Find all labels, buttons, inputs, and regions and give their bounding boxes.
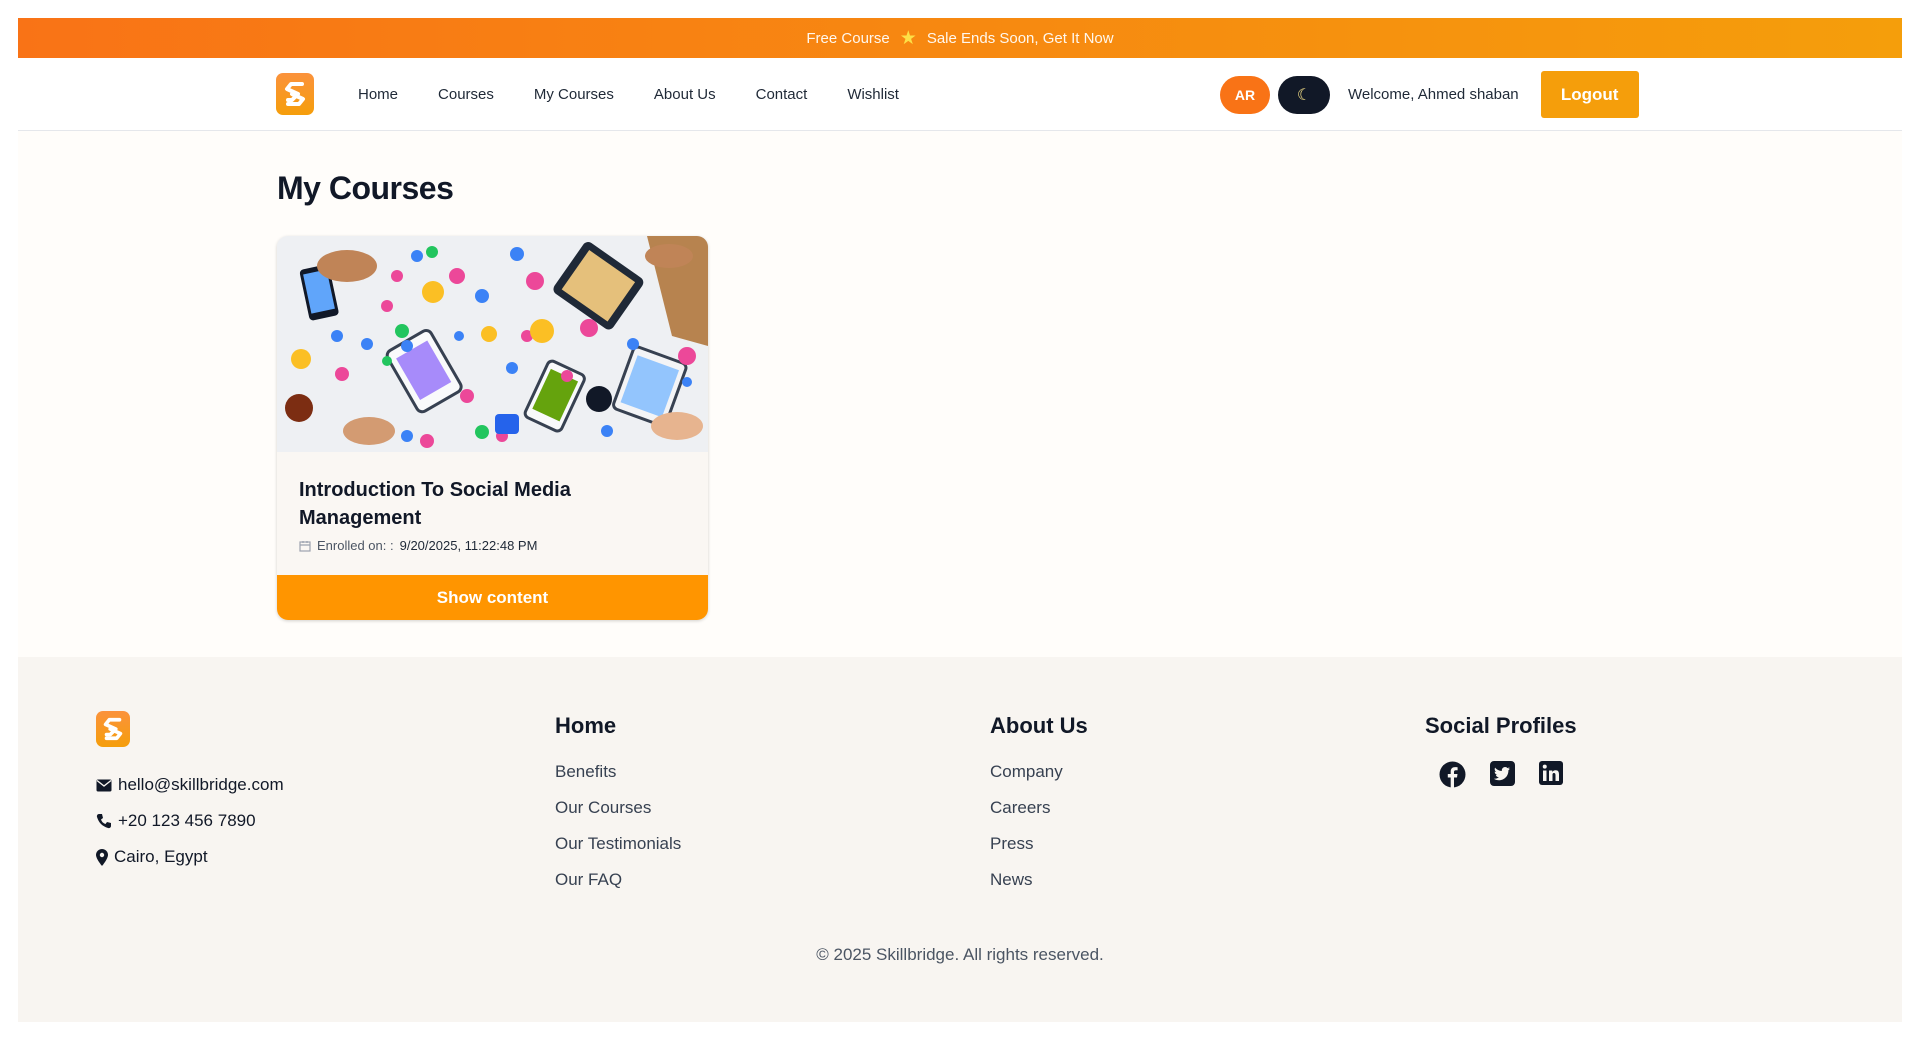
twitter-icon[interactable] (1490, 761, 1515, 788)
nav-wishlist[interactable]: Wishlist (847, 86, 899, 103)
phone-icon (96, 814, 111, 829)
social-icons (1425, 761, 1577, 788)
footer-link-our-courses[interactable]: Our Courses (555, 797, 681, 833)
footer-link-benefits[interactable]: Benefits (555, 761, 681, 797)
enrolled-info: Enrolled on: : 9/20/2025, 11:22:48 PM (299, 538, 686, 553)
email-text: hello@skillbridge.com (118, 775, 284, 794)
footer-home-heading: Home (555, 713, 617, 738)
course-thumbnail[interactable] (277, 236, 708, 452)
nav-home[interactable]: Home (358, 86, 398, 103)
footer-contact: hello@skillbridge.com +20 123 456 7890 C… (96, 767, 284, 875)
star-icon: ★ (899, 27, 917, 49)
promo-right-text: Sale Ends Soon, Get It Now (926, 29, 1114, 47)
footer-link-company[interactable]: Company (990, 761, 1088, 797)
logo-icon (285, 82, 305, 106)
course-title[interactable]: Introduction To Social Media Management (299, 476, 686, 532)
location-text: Cairo, Egypt (114, 847, 208, 866)
nav-contact[interactable]: Contact (756, 86, 808, 103)
logo[interactable] (276, 73, 314, 115)
footer-social-column: Social Profiles (1425, 713, 1577, 788)
page-frame: Free Course ★ Sale Ends Soon, Get It Now… (18, 18, 1902, 1022)
facebook-icon[interactable] (1439, 761, 1466, 788)
course-image (277, 236, 708, 452)
navbar: Home Courses My Courses About Us Contact… (18, 58, 1902, 131)
footer-about-column: About Us Company Careers Press News (990, 713, 1088, 905)
language-toggle-button[interactable]: AR (1220, 75, 1270, 114)
footer-logo[interactable] (96, 711, 130, 747)
linkedin-icon[interactable] (1539, 761, 1563, 788)
logout-button[interactable]: Logout (1540, 71, 1639, 118)
promo-left-text: Free Course (806, 29, 890, 47)
welcome-text: Welcome, Ahmed shaban (1348, 86, 1519, 103)
nav-my-courses[interactable]: My Courses (534, 86, 614, 103)
promo-banner[interactable]: Free Course ★ Sale Ends Soon, Get It Now (18, 18, 1902, 58)
phone-text: +20 123 456 7890 (118, 811, 256, 830)
calendar-icon (299, 540, 311, 552)
nav-courses[interactable]: Courses (438, 86, 494, 103)
copyright-text: © 2025 Skillbridge. All rights reserved. (816, 945, 1104, 964)
moon-icon: ☾ (1296, 86, 1312, 104)
footer-link-careers[interactable]: Careers (990, 797, 1088, 833)
footer-social-heading: Social Profiles (1425, 713, 1577, 738)
enrolled-label: Enrolled on: : (317, 538, 394, 553)
enrolled-date: 9/20/2025, 11:22:48 PM (399, 538, 538, 553)
footer-about-heading: About Us (990, 713, 1088, 738)
footer-home-column: Home Benefits Our Courses Our Testimonia… (555, 713, 681, 905)
footer-link-our-faq[interactable]: Our FAQ (555, 869, 681, 905)
nav-about-us[interactable]: About Us (654, 86, 716, 103)
footer: hello@skillbridge.com +20 123 456 7890 C… (18, 657, 1902, 1022)
footer-link-our-testimonials[interactable]: Our Testimonials (555, 833, 681, 869)
nav-right: AR ☾ Welcome, Ahmed shaban Logout (1220, 58, 1639, 131)
course-card-body: Introduction To Social Media Management … (277, 452, 708, 553)
contact-phone[interactable]: +20 123 456 7890 (96, 803, 284, 839)
contact-location: Cairo, Egypt (96, 839, 284, 875)
logo-icon (103, 717, 123, 741)
contact-email[interactable]: hello@skillbridge.com (96, 767, 284, 803)
show-content-button[interactable]: Show content (277, 575, 708, 620)
map-pin-icon (96, 848, 108, 866)
footer-link-news[interactable]: News (990, 869, 1088, 905)
envelope-icon (96, 779, 112, 791)
course-card: Introduction To Social Media Management … (277, 236, 708, 620)
nav-links: Home Courses My Courses About Us Contact… (358, 58, 899, 131)
theme-toggle-button[interactable]: ☾ (1278, 75, 1330, 114)
page-title: My Courses (277, 170, 454, 206)
footer-link-press[interactable]: Press (990, 833, 1088, 869)
